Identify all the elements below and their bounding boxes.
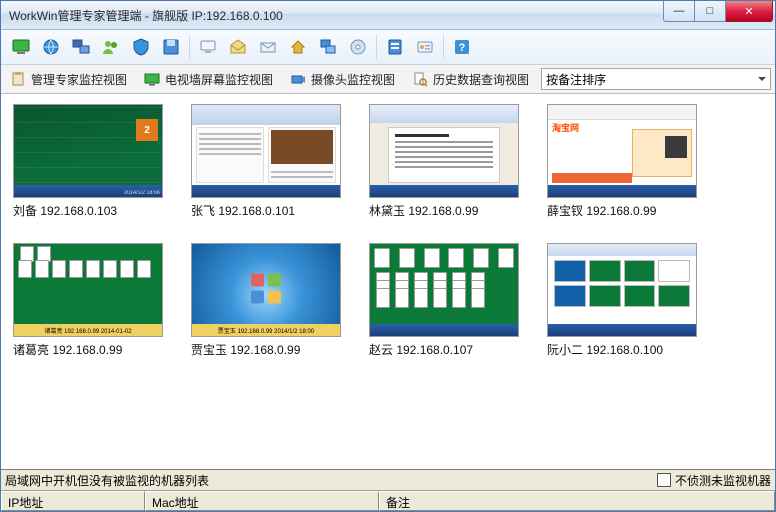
client-caption: 张飞 192.168.0.101 — [191, 202, 341, 219]
sort-dropdown-value: 按备注排序 — [546, 71, 606, 88]
client-caption: 林黛玉 192.168.0.99 — [369, 202, 519, 219]
window-controls: — □ ✕ — [663, 1, 773, 21]
client-caption: 薛宝钗 192.168.0.99 — [547, 202, 697, 219]
client-screenshot[interactable] — [369, 104, 519, 198]
unmonitored-columns: IP地址 Mac地址 备注 — [1, 491, 775, 511]
toolbar-separator — [189, 35, 190, 59]
cd-icon[interactable] — [344, 33, 372, 61]
unmonitored-panel: 局域网中开机但没有被监视的机器列表 不侦测未监视机器 IP地址 Mac地址 备注 — [1, 469, 775, 511]
window-title: WorkWin管理专家管理端 - 旗舰版 IP:192.168.0.100 — [9, 7, 663, 24]
client-caption: 诸葛亮 192.168.0.99 — [13, 341, 163, 358]
client-thumbnail[interactable]: 林黛玉 192.168.0.99 — [369, 104, 519, 219]
screens-icon[interactable] — [67, 33, 95, 61]
thumbnail-grid: 22014/1/2 18:06 刘备 192.168.0.103 张飞 192.16… — [13, 104, 763, 358]
tab-label: 电视墙屏幕监控视图 — [165, 71, 273, 88]
mail-open-icon[interactable] — [224, 33, 252, 61]
tab-monitor-expert[interactable]: 管理专家监控视图 — [5, 68, 131, 90]
client-thumbnail[interactable]: 赵云 192.168.0.107 — [369, 243, 519, 358]
clipboard-icon — [9, 70, 27, 88]
view-tabstrip: 管理专家监控视图 电视墙屏幕监控视图 摄像头监控视图 历史数据查询视图 按备注排… — [1, 65, 775, 94]
titlebar[interactable]: WorkWin管理专家管理端 - 旗舰版 IP:192.168.0.100 — … — [1, 1, 775, 30]
client-screenshot[interactable] — [369, 243, 519, 337]
tab-camera[interactable]: 摄像头监控视图 — [285, 68, 399, 90]
globe-icon[interactable] — [37, 33, 65, 61]
client-thumbnail[interactable]: 诸葛亮 192.168.0.99 2014-01-02 诸葛亮 192.168.0… — [13, 243, 163, 358]
maximize-button[interactable]: □ — [695, 1, 726, 22]
client-thumbnail[interactable]: 22014/1/2 18:06 刘备 192.168.0.103 — [13, 104, 163, 219]
minimize-button[interactable]: — — [663, 1, 695, 22]
app-window: WorkWin管理专家管理端 - 旗舰版 IP:192.168.0.100 — … — [0, 0, 776, 512]
monitor-green-icon[interactable] — [7, 33, 35, 61]
tab-label: 管理专家监控视图 — [31, 71, 127, 88]
client-screenshot[interactable]: 22014/1/2 18:06 — [13, 104, 163, 198]
tab-label: 摄像头监控视图 — [311, 71, 395, 88]
shield-icon[interactable] — [127, 33, 155, 61]
camera-icon — [289, 70, 307, 88]
disk-icon[interactable] — [157, 33, 185, 61]
no-detect-checkbox[interactable]: 不侦测未监视机器 — [657, 472, 771, 489]
svg-text:?: ? — [459, 42, 466, 54]
addressbook-icon[interactable] — [381, 33, 409, 61]
client-screenshot[interactable]: 诸葛亮 192.168.0.99 2014-01-02 — [13, 243, 163, 337]
col-note[interactable]: 备注 — [379, 491, 775, 511]
client-caption: 赵云 192.168.0.107 — [369, 341, 519, 358]
client-caption: 贾宝玉 192.168.0.99 — [191, 341, 341, 358]
toolbar-separator — [443, 35, 444, 59]
client-screenshot[interactable] — [547, 243, 697, 337]
toolbar-separator — [376, 35, 377, 59]
client-thumbnail[interactable]: 阮小二 192.168.0.100 — [547, 243, 697, 358]
idcard-icon[interactable] — [411, 33, 439, 61]
tab-history[interactable]: 历史数据查询视图 — [407, 68, 533, 90]
tv-icon — [143, 70, 161, 88]
col-ip[interactable]: IP地址 — [1, 491, 145, 511]
client-caption: 阮小二 192.168.0.100 — [547, 341, 697, 358]
checkbox-box — [657, 473, 671, 487]
sort-dropdown[interactable]: 按备注排序 — [541, 68, 771, 90]
home-arrow-icon[interactable] — [284, 33, 312, 61]
copy-screens-icon[interactable] — [314, 33, 342, 61]
thumbnail-area: 22014/1/2 18:06 刘备 192.168.0.103 张飞 192.16… — [1, 94, 775, 469]
client-screenshot[interactable] — [191, 104, 341, 198]
users-icon[interactable] — [97, 33, 125, 61]
unmonitored-header: 局域网中开机但没有被监视的机器列表 不侦测未监视机器 — [1, 470, 775, 491]
pc-icon[interactable] — [194, 33, 222, 61]
unmonitored-title: 局域网中开机但没有被监视的机器列表 — [5, 472, 657, 489]
help-icon[interactable]: ? — [448, 33, 476, 61]
client-screenshot[interactable]: 淘宝网 — [547, 104, 697, 198]
client-thumbnail[interactable]: 张飞 192.168.0.101 — [191, 104, 341, 219]
tab-tv-wall[interactable]: 电视墙屏幕监控视图 — [139, 68, 277, 90]
mail-icon[interactable] — [254, 33, 282, 61]
col-mac[interactable]: Mac地址 — [145, 491, 379, 511]
main-toolbar: ? — [1, 30, 775, 65]
client-thumbnail[interactable]: 贾宝玉 192.168.0.99 2014/1/2 18:00 贾宝玉 192.1… — [191, 243, 341, 358]
client-thumbnail[interactable]: 淘宝网薛宝钗 192.168.0.99 — [547, 104, 697, 219]
checkbox-label: 不侦测未监视机器 — [675, 472, 771, 489]
client-caption: 刘备 192.168.0.103 — [13, 202, 163, 219]
client-screenshot[interactable]: 贾宝玉 192.168.0.99 2014/1/2 18:00 — [191, 243, 341, 337]
doc-search-icon — [411, 70, 429, 88]
close-button[interactable]: ✕ — [726, 1, 773, 22]
tab-label: 历史数据查询视图 — [433, 71, 529, 88]
